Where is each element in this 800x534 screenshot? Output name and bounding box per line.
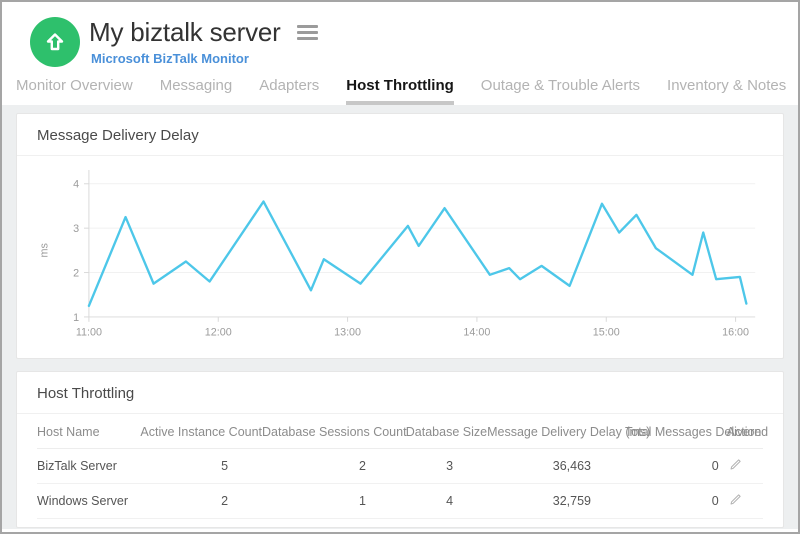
chart-container: 1 2 3 4 11:00 12:00 13:00 14:00 15:00 16:00 ms (17, 156, 783, 358)
svg-text:14:00: 14:00 (463, 327, 490, 339)
svg-text:4: 4 (73, 179, 79, 191)
pencil-icon (729, 458, 742, 471)
content-area: Message Delivery Delay 123411:0012:0013:… (2, 105, 798, 529)
column-header-database-sessions-count: Database Sessions Count (262, 414, 400, 449)
tab-outage-trouble-alerts[interactable]: Outage & Trouble Alerts (481, 77, 640, 105)
svg-text:11:00: 11:00 (76, 327, 102, 339)
pencil-icon (729, 493, 742, 506)
table-row: Windows Server21432,7590 (37, 484, 763, 519)
host-throttling-table: Host NameActive Instance CountDatabase S… (37, 414, 763, 519)
server-status-badge (30, 17, 80, 67)
column-header-host-name: Host Name (37, 414, 139, 449)
tab-host-throttling[interactable]: Host Throttling (346, 77, 453, 105)
value-cell: 0 (625, 484, 727, 519)
svg-text:3: 3 (73, 223, 79, 235)
table-body: BizTalk Server52336,4630Windows Server21… (37, 449, 763, 519)
svg-text:13:00: 13:00 (334, 327, 361, 339)
column-header-total-messages-delivered: Total Messages Delivered (625, 414, 727, 449)
table-row: BizTalk Server52336,4630 (37, 449, 763, 484)
tab-messaging[interactable]: Messaging (160, 77, 233, 105)
delay-chart: 1 2 3 4 11:00 12:00 13:00 14:00 15:00 16:00 ms (35, 168, 765, 356)
column-header-database-size: Database Size (400, 414, 487, 449)
svg-text:16:00: 16:00 (722, 327, 749, 339)
chart-card-title: Message Delivery Delay (17, 114, 783, 156)
tab-inventory-notes[interactable]: Inventory & Notes (667, 77, 786, 105)
message-delivery-delay-card: Message Delivery Delay 1 2 3 4 11:00 12:00 13:… (16, 113, 784, 359)
page-header: My biztalk server Microsoft BizTalk Moni… (2, 2, 798, 67)
column-header-message-delivery-delay-ms-: Message Delivery Delay (ms) (487, 414, 625, 449)
delay-line-series (89, 202, 746, 306)
value-cell: 2 (262, 449, 400, 484)
svg-text:ms: ms (39, 243, 51, 257)
tab-bar: Monitor Overview Messaging Adapters Host Th… (2, 67, 798, 105)
hamburger-menu-icon[interactable] (295, 18, 320, 47)
value-cell: 4 (400, 484, 487, 519)
table-header-row: Host NameActive Instance CountDatabase S… (37, 414, 763, 449)
table-card-title: Host Throttling (17, 372, 783, 414)
up-arrow-icon (43, 30, 67, 54)
value-cell: 2 (139, 484, 262, 519)
svg-text:2: 2 (73, 267, 79, 279)
host-throttling-card: Host Throttling Host NameActive Instance… (16, 371, 784, 528)
value-cell: 5 (139, 449, 262, 484)
value-cell: 3 (400, 449, 487, 484)
host-name-cell: Windows Server (37, 484, 139, 519)
value-cell: 32,759 (487, 484, 625, 519)
column-header-active-instance-count: Active Instance Count (139, 414, 262, 449)
tab-monitor-overview[interactable]: Monitor Overview (16, 77, 133, 105)
value-cell: 0 (625, 449, 727, 484)
value-cell: 1 (262, 484, 400, 519)
svg-text:12:00: 12:00 (205, 327, 232, 339)
svg-text:15:00: 15:00 (593, 327, 620, 339)
edit-row-button[interactable] (727, 457, 744, 475)
tab-adapters[interactable]: Adapters (259, 77, 319, 105)
svg-text:1: 1 (73, 312, 79, 324)
value-cell: 36,463 (487, 449, 625, 484)
column-header-action: Action (727, 414, 763, 449)
host-name-cell: BizTalk Server (37, 449, 139, 484)
monitor-type-link[interactable]: Microsoft BizTalk Monitor (91, 51, 320, 66)
page-title: My biztalk server (89, 17, 281, 48)
edit-row-button[interactable] (727, 492, 744, 510)
